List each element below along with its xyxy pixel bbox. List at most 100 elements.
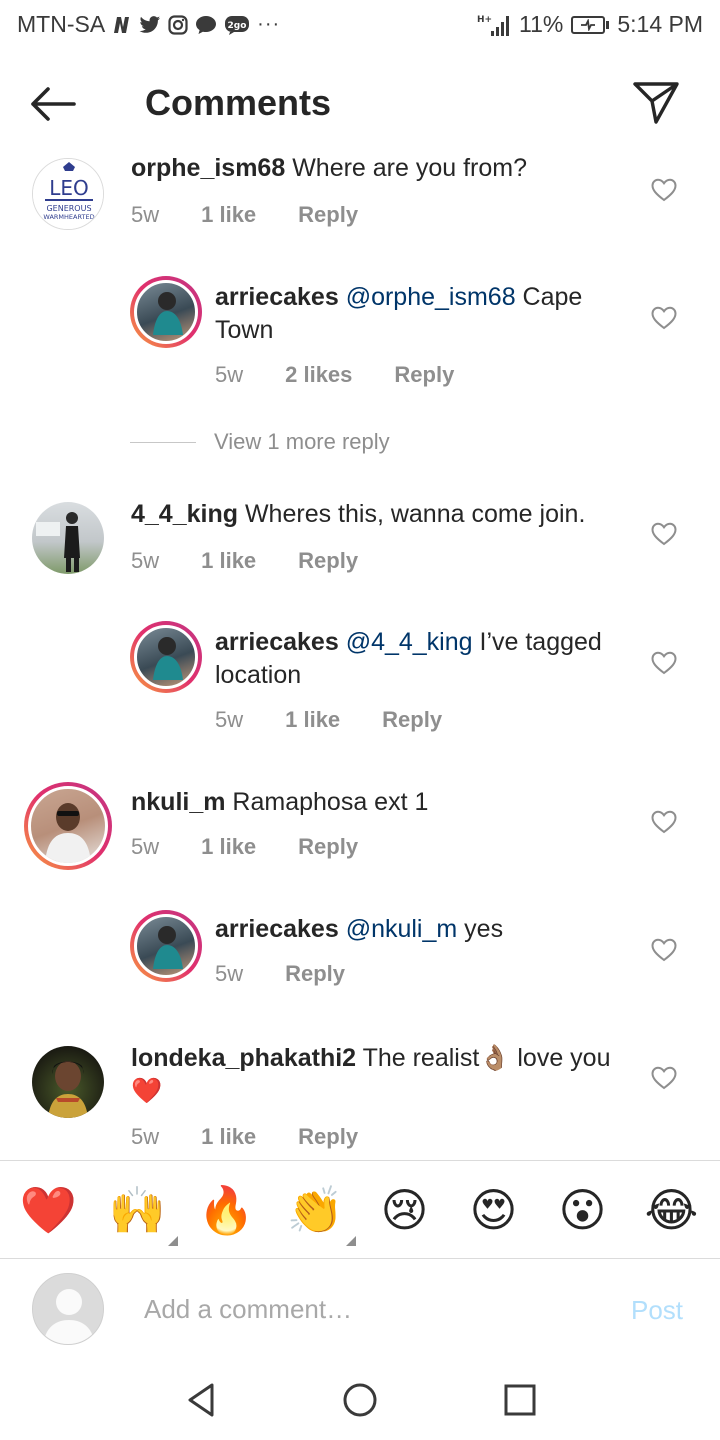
emoji-raised-hands-button[interactable]: 🙌 <box>108 1180 178 1246</box>
comment-mention[interactable]: @orphe_ism68 <box>346 283 516 311</box>
avatar[interactable] <box>130 621 202 693</box>
reply-button[interactable]: Reply <box>298 834 358 860</box>
emoji-red-heart-button[interactable]: ❤️ <box>19 1180 79 1240</box>
comment-composer: Post <box>0 1258 720 1358</box>
comment-meta: 5w 1 like Reply <box>215 707 442 733</box>
skin-tone-indicator-icon <box>345 1235 356 1246</box>
svg-text:LEO: LEO <box>49 176 89 200</box>
avatar-photo-icon <box>45 803 91 863</box>
comment-meta: 5w 1 like Reply <box>131 202 358 228</box>
instagram-icon <box>168 13 188 37</box>
netflix-icon <box>112 13 132 37</box>
avatar[interactable] <box>32 1046 104 1118</box>
comment-text: nkuli_m Ramaphosa ext 1 <box>131 786 641 819</box>
likes-count[interactable]: 1 like <box>201 834 256 860</box>
like-heart-icon[interactable] <box>651 306 677 330</box>
comment-meta: 5w 1 like Reply <box>131 834 358 860</box>
avatar[interactable] <box>32 502 104 574</box>
comment-username[interactable]: arriecakes <box>215 628 339 656</box>
comment-text: arriecakes @orphe_ism68 Cape Town <box>215 281 635 347</box>
share-button[interactable] <box>632 80 682 128</box>
like-heart-icon[interactable] <box>651 522 677 546</box>
paper-plane-icon <box>633 82 679 124</box>
comment-meta: 5w 1 like Reply <box>131 1124 358 1150</box>
twitter-icon <box>139 13 161 37</box>
comment-age: 5w <box>215 707 244 732</box>
avatar[interactable] <box>24 782 112 870</box>
carrier-label: MTN-SA <box>17 11 106 37</box>
comment-username[interactable]: arriecakes <box>215 915 339 943</box>
like-heart-icon[interactable] <box>651 938 677 962</box>
recents-square-icon[interactable] <box>500 1380 540 1420</box>
avatar[interactable] <box>130 276 202 348</box>
reply-button[interactable]: Reply <box>298 548 358 574</box>
signal-icon: H+ <box>477 13 511 37</box>
like-heart-icon[interactable] <box>651 178 677 202</box>
avatar-photo-icon <box>48 1061 88 1118</box>
svg-text:WARMHEARTED: WARMHEARTED <box>43 213 94 221</box>
comment-input[interactable] <box>144 1289 604 1329</box>
comments-list[interactable]: LEO GENEROUS WARMHEARTED orphe_ism68 Whe… <box>0 148 720 1158</box>
skin-tone-indicator-icon <box>167 1235 178 1246</box>
comment-age: 5w <box>131 548 160 573</box>
emoji-heart-eyes-button[interactable]: 😍 <box>464 1180 524 1240</box>
reply-button[interactable]: Reply <box>394 362 454 388</box>
comment-text: arriecakes @nkuli_m yes <box>215 913 635 946</box>
emoji-clapping-button[interactable]: 👏 <box>286 1180 356 1246</box>
like-heart-icon[interactable] <box>651 810 677 834</box>
comment-meta: 5w 2 likes Reply <box>215 362 454 388</box>
svg-text:2go: 2go <box>228 21 247 31</box>
likes-count[interactable]: 1 like <box>201 1124 256 1150</box>
avatar[interactable] <box>130 910 202 982</box>
likes-count[interactable]: 2 likes <box>285 362 352 388</box>
like-heart-icon[interactable] <box>651 651 677 675</box>
user-avatar <box>32 1273 104 1345</box>
comment-username[interactable]: orphe_ism68 <box>131 154 285 182</box>
likes-count[interactable]: 1 like <box>201 548 256 574</box>
reply-button[interactable]: Reply <box>285 961 345 987</box>
comment-text: londeka_phakathi2 The realist👌🏽 love you… <box>131 1042 621 1108</box>
more-notifications-icon: ··· <box>257 13 281 35</box>
post-button[interactable]: Post <box>631 1295 683 1326</box>
leo-logo-icon: LEO GENEROUS WARMHEARTED <box>33 159 103 229</box>
avatar-photo-icon <box>153 637 183 680</box>
avatar-photo-icon <box>153 926 183 969</box>
header: Comments <box>0 60 720 148</box>
reply-button[interactable]: Reply <box>298 202 358 228</box>
comment-age: 5w <box>131 202 160 227</box>
emoji-tears-of-joy-button[interactable]: 😂 <box>642 1180 702 1240</box>
home-circle-icon[interactable] <box>340 1380 380 1420</box>
quick-emoji-bar: ❤️ 🙌 🔥 👏 😢 😍 😮 😂 <box>0 1160 720 1258</box>
view-more-label: View 1 more reply <box>214 429 390 454</box>
emoji-fire-button[interactable]: 🔥 <box>197 1180 257 1240</box>
comment-text: arriecakes @4_4_king I’ve tagged locatio… <box>215 626 635 692</box>
comment-mention[interactable]: @nkuli_m <box>346 915 458 943</box>
reply-button[interactable]: Reply <box>382 707 442 733</box>
avatar[interactable]: LEO GENEROUS WARMHEARTED <box>32 158 104 230</box>
comment-username[interactable]: arriecakes <box>215 283 339 311</box>
emoji-clapping-glyph: 👏 <box>286 1182 345 1237</box>
comment-age: 5w <box>131 1124 160 1149</box>
like-heart-icon[interactable] <box>651 1066 677 1090</box>
chat-bubble-icon <box>195 13 217 37</box>
likes-count[interactable]: 1 like <box>201 202 256 228</box>
comment-mention[interactable]: @4_4_king <box>346 628 473 656</box>
back-button[interactable] <box>28 80 84 128</box>
comment-username[interactable]: nkuli_m <box>131 788 225 816</box>
back-arrow-icon <box>31 87 76 121</box>
2go-icon: 2go <box>224 13 250 37</box>
likes-count[interactable]: 1 like <box>285 707 340 733</box>
battery-icon <box>571 15 610 34</box>
comment-age: 5w <box>215 961 244 986</box>
comment-username[interactable]: 4_4_king <box>131 500 238 528</box>
battery-percent: 11% <box>519 11 564 37</box>
svg-text:H+: H+ <box>477 15 492 25</box>
emoji-crying-button[interactable]: 😢 <box>375 1180 435 1240</box>
back-triangle-icon[interactable] <box>181 1380 221 1420</box>
comment-body: yes <box>457 915 504 943</box>
emoji-surprised-button[interactable]: 😮 <box>553 1180 613 1240</box>
comment-username[interactable]: londeka_phakathi2 <box>131 1044 356 1072</box>
reply-button[interactable]: Reply <box>298 1124 358 1150</box>
view-more-replies-button[interactable]: View 1 more reply <box>130 429 390 455</box>
system-nav-bar <box>0 1358 720 1440</box>
